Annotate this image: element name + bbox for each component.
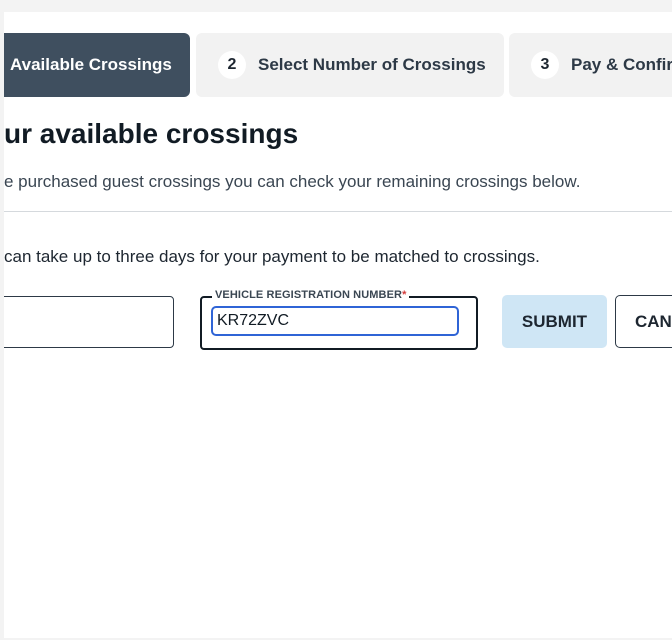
step-number: 3 <box>531 51 559 79</box>
page-subtitle: e purchased guest crossings you can chec… <box>4 172 581 191</box>
step-label: Select Number of Crossings <box>258 55 486 74</box>
step-number: 2 <box>218 51 246 79</box>
page-content: Available Crossings 2 Select Number of C… <box>4 12 672 638</box>
cancel-button[interactable]: CAN <box>615 295 672 348</box>
previous-input-field[interactable] <box>4 296 174 348</box>
step-select-number-of-crossings[interactable]: 2 Select Number of Crossings <box>196 33 504 97</box>
step-available-crossings[interactable]: Available Crossings <box>4 33 190 97</box>
vehicle-registration-label: VEHICLE REGISTRATION NUMBER* <box>212 289 410 301</box>
submit-button[interactable]: SUBMIT <box>502 295 607 348</box>
step-label: Pay & Confir <box>571 55 672 74</box>
required-marker: * <box>402 289 407 301</box>
divider <box>4 211 672 212</box>
step-label: Available Crossings <box>10 55 172 74</box>
vehicle-registration-field: VEHICLE REGISTRATION NUMBER* <box>200 289 478 350</box>
top-strip <box>0 0 672 12</box>
vehicle-registration-input[interactable] <box>211 306 459 336</box>
payment-note: can take up to three days for your payme… <box>4 247 540 266</box>
page-title: ur available crossings <box>4 118 299 149</box>
stepper: Available Crossings 2 Select Number of C… <box>4 33 672 97</box>
step-pay-and-confirm[interactable]: 3 Pay & Confir <box>509 33 672 97</box>
